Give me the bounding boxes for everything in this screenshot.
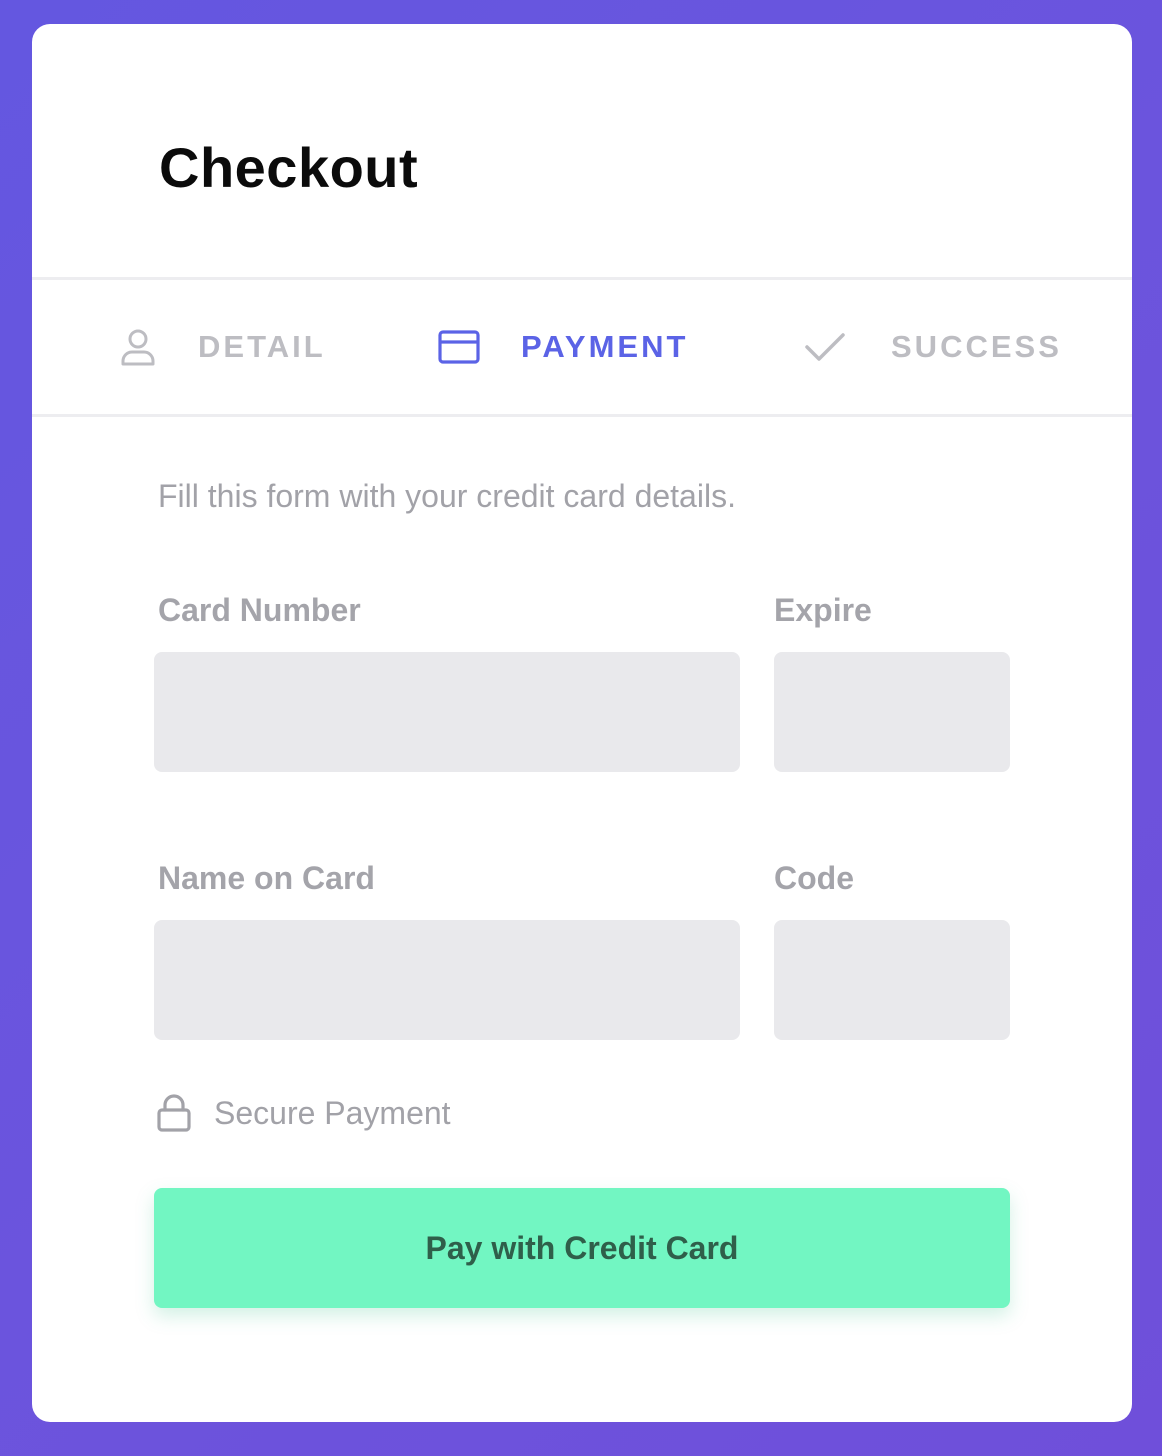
- card-header: Checkout: [32, 24, 1132, 277]
- step-label-payment: PAYMENT: [521, 329, 689, 364]
- step-label-detail: DETAIL: [198, 329, 326, 364]
- expire-input[interactable]: [774, 652, 1010, 772]
- check-icon: [803, 331, 847, 363]
- steps-divider: [32, 414, 1132, 417]
- checkout-steps: DETAIL PAYMENT SUCCESS: [32, 280, 1132, 414]
- secure-payment-text: Secure Payment: [214, 1094, 451, 1131]
- card-number-input[interactable]: [154, 652, 740, 772]
- step-payment[interactable]: PAYMENT: [437, 280, 688, 414]
- lock-icon: [156, 1093, 192, 1133]
- step-detail[interactable]: DETAIL: [118, 280, 326, 414]
- checkout-card: Checkout DETAIL PAYMENT SUCCESS Fill thi…: [32, 24, 1132, 1422]
- step-label-success: SUCCESS: [891, 329, 1062, 364]
- name-on-card-input[interactable]: [154, 920, 740, 1040]
- credit-card-icon: [437, 330, 481, 364]
- user-icon: [118, 328, 158, 366]
- secure-payment-note: Secure Payment: [156, 1093, 451, 1133]
- card-number-label: Card Number: [158, 592, 361, 628]
- expire-label: Expire: [774, 592, 872, 628]
- step-success[interactable]: SUCCESS: [803, 280, 1062, 414]
- pay-with-credit-card-button[interactable]: Pay with Credit Card: [154, 1188, 1010, 1308]
- name-on-card-label: Name on Card: [158, 860, 375, 896]
- page-title: Checkout: [159, 136, 419, 199]
- code-label: Code: [774, 860, 854, 896]
- form-intro: Fill this form with your credit card det…: [158, 478, 736, 514]
- code-input[interactable]: [774, 920, 1010, 1040]
